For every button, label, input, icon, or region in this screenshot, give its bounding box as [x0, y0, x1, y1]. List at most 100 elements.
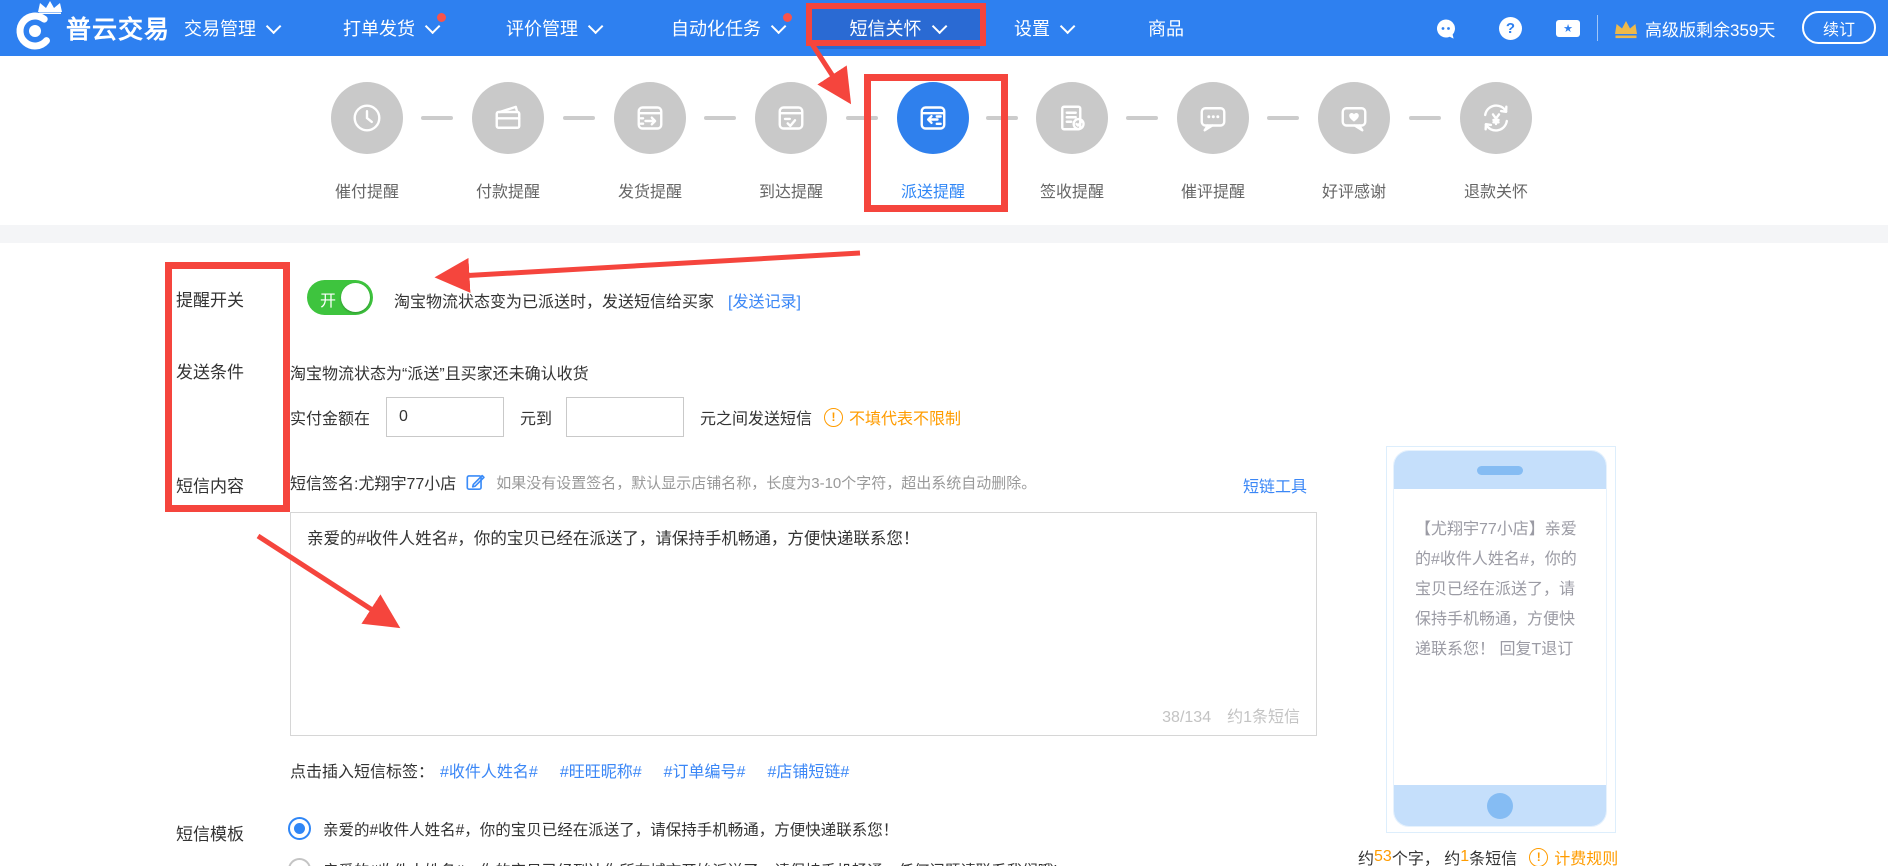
billing-rules-link[interactable]: 计费规则 — [1554, 845, 1618, 866]
nav-item-settings[interactable]: 设置 — [1014, 0, 1076, 56]
caption-text: 约 — [1358, 851, 1375, 866]
phone-mockup: 【尤翔宇77小店】亲爱的#收件人姓名#，你的宝贝已经在派送了，请保持手机畅通，方… — [1393, 450, 1607, 827]
phone-home-button — [1487, 793, 1513, 819]
vip-remaining-days: 高级版剩余359天 — [1645, 20, 1776, 40]
template-section-label: 短信模板 — [176, 825, 244, 844]
divider — [1597, 15, 1598, 41]
edit-signature-icon[interactable] — [464, 471, 486, 493]
amount-mid-label: 元到 — [520, 411, 553, 428]
clock-icon — [353, 104, 381, 132]
signature-text: 短信签名:尤翔宇77小店 — [290, 476, 457, 493]
phone-speaker — [1477, 466, 1523, 475]
step-refund-care[interactable] — [1460, 82, 1532, 154]
top-navigation-bar: 普云交易 交易管理 打单发货 评价管理 自动化任务 短信关怀 设置 商品 ? ★… — [0, 0, 1888, 56]
renew-button[interactable]: 续订 — [1802, 11, 1876, 44]
switch-section-label: 提醒开关 — [176, 291, 244, 310]
template-option-row: 亲爱的#收件人姓名#，你的宝贝已经到达你所在城市开始派送了，请保持手机畅通，任何… — [288, 858, 1058, 866]
step-connector — [421, 116, 453, 120]
help-icon[interactable]: ? — [1499, 17, 1522, 40]
signed-doc-icon — [1061, 105, 1085, 131]
sms-preview-text: 【尤翔宇77小店】亲爱的#收件人姓名#，你的宝贝已经在派送了，请保持手机畅通，方… — [1415, 521, 1577, 658]
char-counter: 38/134 约1条短信 — [1162, 709, 1300, 726]
annotation-arrow-to-toggle — [434, 250, 861, 293]
praise-heart-icon — [1341, 107, 1367, 132]
chevron-down-icon — [265, 18, 282, 34]
step-payment-reminder[interactable] — [472, 82, 544, 154]
radio-selected[interactable] — [288, 817, 311, 840]
tag-shop-shortlink[interactable]: #店铺短链# — [767, 758, 849, 782]
wallet-icon — [495, 105, 521, 129]
sms-count-value: 1 — [1460, 848, 1470, 865]
step-review-urge-reminder[interactable] — [1177, 82, 1249, 154]
vip-crown-icon — [1615, 21, 1637, 39]
step-connector — [563, 116, 595, 120]
tag-wangwang-nickname[interactable]: #旺旺昵称# — [560, 758, 642, 782]
warning-icon: ! — [824, 407, 844, 427]
chevron-down-icon — [931, 18, 947, 34]
review-bubble-icon — [1200, 107, 1226, 132]
step-connector — [1126, 116, 1158, 120]
nav-item-print-ship[interactable]: 打单发货 — [343, 0, 464, 56]
step-sign-reminder[interactable] — [1036, 82, 1108, 154]
step-arrival-reminder[interactable] — [755, 82, 827, 154]
phone-preview-frame: 【尤翔宇77小店】亲爱的#收件人姓名#，你的宝贝已经在派送了，请保持手机畅通，方… — [1386, 446, 1616, 833]
phone-top-bezel — [1394, 451, 1606, 489]
nav-item-automation-tasks[interactable]: 自动化任务 — [671, 0, 810, 56]
reminder-toggle-on[interactable]: 开 — [307, 280, 373, 315]
step-shipping-reminder[interactable] — [614, 82, 686, 154]
amount-warning-text: 不填代表不限制 — [849, 411, 962, 428]
tag-order-number[interactable]: #订单编号# — [664, 758, 746, 782]
tag-recipient-name[interactable]: #收件人姓名# — [440, 758, 538, 782]
warning-icon: ! — [1529, 847, 1549, 866]
shortlink-tool-link[interactable]: 短链工具 — [1243, 473, 1307, 497]
signature-help-text: 如果没有设置签名，默认显示店铺名称，长度为3-10个字符，超出系统自动删除。 — [496, 474, 1037, 492]
step-praise-thanks[interactable] — [1318, 82, 1390, 154]
template-option-row: 亲爱的#收件人姓名#，你的宝贝已经在派送了，请保持手机畅通，方便快递联系您！ — [288, 817, 898, 840]
amount-to-input[interactable] — [566, 397, 685, 437]
condition-section-label: 发送条件 — [176, 363, 244, 382]
coupon-ticket-icon[interactable]: ★ — [1556, 20, 1580, 37]
content-section-label: 短信内容 — [176, 477, 244, 496]
chevron-down-icon — [587, 18, 604, 34]
brand-crown-icon — [38, 1, 62, 14]
sms-content-textarea[interactable]: 亲爱的#收件人姓名#，你的宝贝已经在派送了，请保持手机畅通，方便快递联系您！ — [291, 513, 1316, 735]
step-connector — [1267, 116, 1299, 120]
amount-suffix-label: 元之间发送短信 — [700, 411, 813, 428]
nav-item-trade-management[interactable]: 交易管理 — [184, 0, 282, 56]
brand-name: 普云交易 — [66, 16, 171, 44]
send-log-link[interactable]: [发送记录] — [728, 288, 801, 312]
sms-content-box: 亲爱的#收件人姓名#，你的宝贝已经在派送了，请保持手机畅通，方便快递联系您！ 3… — [290, 512, 1317, 736]
condition-text: 淘宝物流状态为“派送”且买家还未确认收货 — [290, 366, 589, 383]
template-text: 亲爱的#收件人姓名#，你的宝贝已经到达你所在城市开始派送了，请保持手机畅通，任何… — [323, 859, 1058, 866]
step-connector — [704, 116, 736, 120]
step-connector — [986, 116, 1018, 120]
phone-bottom-bezel — [1394, 785, 1606, 826]
nav-item-sms-care-active[interactable]: 短信关怀 — [812, 7, 980, 49]
sms-care-dispatch-reminder-page: 普云交易 交易管理 打单发货 评价管理 自动化任务 短信关怀 设置 商品 ? ★… — [0, 0, 1888, 866]
arrival-box-icon — [778, 106, 804, 130]
notification-dot — [783, 13, 792, 22]
tags-label: 点击插入短信标签： — [290, 764, 435, 781]
nav-item-review-management[interactable]: 评价管理 — [506, 0, 604, 56]
step-payment-urge-reminder[interactable] — [331, 82, 403, 154]
amount-from-input[interactable] — [386, 397, 505, 437]
dispatch-box-icon — [920, 106, 946, 130]
template-text: 亲爱的#收件人姓名#，你的宝贝已经在派送了，请保持手机畅通，方便快递联系您！ — [323, 821, 899, 839]
amount-prefix-label: 实付金额在 — [290, 411, 371, 428]
section-divider-band — [0, 225, 1888, 243]
step-connector — [1409, 116, 1441, 120]
step-dispatch-reminder[interactable] — [897, 82, 969, 154]
shipping-box-icon — [637, 106, 663, 130]
brand-swirl-icon — [16, 12, 54, 50]
customer-service-icon[interactable] — [1434, 17, 1458, 46]
refund-icon — [1484, 104, 1508, 132]
notification-dot — [437, 13, 446, 22]
radio-unselected[interactable] — [288, 858, 311, 866]
nav-item-products[interactable]: 商品 — [1148, 0, 1184, 56]
chevron-down-icon — [1059, 18, 1076, 34]
switch-description: 淘宝物流状态变为已派送时，发送短信给买家 — [394, 294, 715, 311]
brand-logo[interactable]: 普云交易 — [14, 0, 170, 56]
caption-text: 个字， 约 — [1391, 851, 1461, 866]
caption-text: 条短信 — [1469, 851, 1518, 866]
char-count-value: 53 — [1374, 848, 1392, 865]
